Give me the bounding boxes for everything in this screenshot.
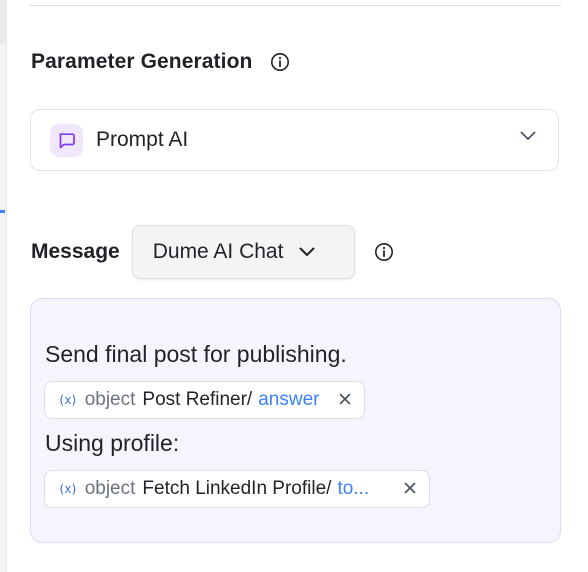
message-text-line: Using profile: xyxy=(45,430,180,456)
variable-chip[interactable]: (x) object Fetch LinkedIn Profile/ to... xyxy=(44,470,430,508)
canvas-edge-block xyxy=(0,0,6,44)
parameter-generation-header: Parameter Generation xyxy=(31,47,290,77)
parameter-generation-title: Parameter Generation xyxy=(31,50,253,73)
message-editor[interactable]: Send final post for publishing. (x) obje… xyxy=(30,298,561,543)
message-source-label: Dume AI Chat xyxy=(152,240,284,263)
variable-type: object xyxy=(84,478,136,499)
chevron-down-icon xyxy=(299,247,315,257)
variable-type: object xyxy=(84,389,136,410)
parameter-generation-selected-label: Prompt AI xyxy=(96,128,189,151)
variable-field: answer xyxy=(258,389,320,410)
message-source-dropdown[interactable]: Dume AI Chat xyxy=(131,225,355,279)
close-icon[interactable] xyxy=(403,481,417,495)
message-label: Message xyxy=(31,240,120,263)
variable-chip[interactable]: (x) object Post Refiner/ answer xyxy=(44,381,365,419)
chevron-down-icon xyxy=(520,131,536,141)
chat-bubble-icon xyxy=(50,123,83,157)
canvas-connection-marker xyxy=(0,210,5,213)
variable-source-path: Post Refiner/ xyxy=(142,389,253,410)
info-circle-icon[interactable] xyxy=(270,52,290,72)
info-circle-icon[interactable] xyxy=(374,242,394,262)
node-config-panel: Parameter Generation Prompt AI Message D… xyxy=(0,0,588,572)
variable-source-path: Fetch LinkedIn Profile/ xyxy=(142,478,332,499)
parameter-generation-select[interactable]: Prompt AI xyxy=(30,109,559,171)
section-divider xyxy=(30,5,561,6)
message-text-line: Send final post for publishing. xyxy=(45,341,347,367)
canvas-edge xyxy=(0,0,7,572)
variable-icon: (x) xyxy=(58,482,78,496)
variable-field: to... xyxy=(337,478,370,499)
variable-icon: (x) xyxy=(58,393,78,407)
message-header: Message Dume AI Chat xyxy=(31,224,394,280)
close-icon[interactable] xyxy=(338,392,352,406)
